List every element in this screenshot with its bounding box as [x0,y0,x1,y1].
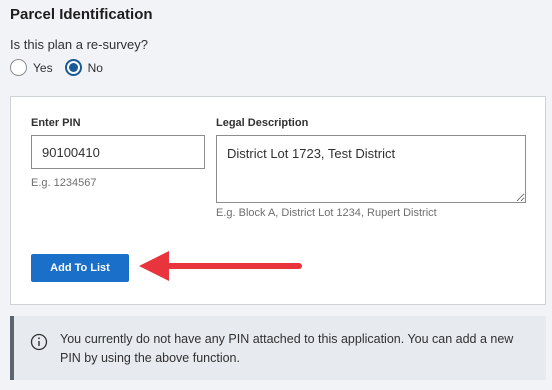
legal-description-input[interactable]: District Lot 1723, Test District [216,135,526,203]
pin-hint: E.g. 1234567 [31,177,97,189]
resurvey-question: Is this plan a re-survey? [10,37,149,52]
add-to-list-button[interactable]: Add To List [31,254,129,282]
notice-text: You currently do not have any PIN attach… [60,332,514,365]
legal-description-hint: E.g. Block A, District Lot 1234, Rupert … [216,207,437,219]
radio-no-label[interactable]: No [88,61,103,75]
info-icon [30,333,48,351]
resurvey-radio-group: Yes No [10,59,115,76]
radio-yes[interactable] [10,59,27,76]
pin-input[interactable] [31,135,205,169]
pin-label: Enter PIN [31,117,81,129]
legal-description-label: Legal Description [216,117,309,129]
arrow-left-icon [139,251,302,281]
info-notice: You currently do not have any PIN attach… [10,316,546,380]
radio-option-yes[interactable]: Yes [10,59,53,76]
radio-yes-label[interactable]: Yes [33,61,53,75]
pin-entry-card: Enter PIN E.g. 1234567 Legal Description… [10,96,546,305]
radio-option-no[interactable]: No [64,59,103,76]
section-title: Parcel Identification [10,6,153,23]
radio-no[interactable] [64,59,82,76]
radio-checked-dot [68,63,78,72]
